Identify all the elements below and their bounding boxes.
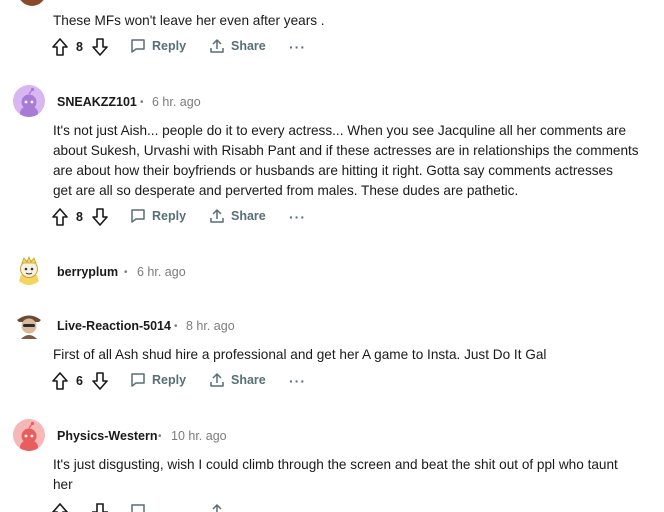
share-button[interactable]: Share: [209, 38, 266, 54]
downvote-arrow-icon: [92, 38, 108, 56]
snoo-avatar-icon: [17, 315, 41, 339]
share-button[interactable]: Share: [209, 372, 266, 388]
reply-button[interactable]: Reply: [130, 38, 186, 54]
reply-label: Reply: [152, 39, 187, 53]
upvote-button[interactable]: [52, 208, 68, 231]
comment-body: These MFs won't leave her even after yea…: [53, 13, 325, 28]
vote-count: 8: [76, 210, 83, 224]
avatar[interactable]: [13, 309, 45, 341]
downvote-button[interactable]: [92, 372, 108, 395]
reply-label: Reply: [152, 209, 187, 223]
avatar[interactable]: [13, 85, 45, 117]
avatar-top[interactable]: [18, 0, 46, 6]
upvote-button[interactable]: [52, 38, 68, 61]
upvote-arrow-icon: [52, 503, 68, 512]
share-button[interactable]: Share: [209, 208, 266, 224]
snoo-avatar-icon: [19, 255, 39, 285]
downvote-button[interactable]: [92, 208, 108, 231]
more-options-button[interactable]: ···: [289, 373, 306, 389]
downvote-arrow-icon: [92, 372, 108, 390]
more-options-button[interactable]: ···: [289, 39, 306, 55]
downvote-button[interactable]: [92, 38, 108, 61]
more-options-button[interactable]: ···: [289, 209, 306, 225]
reply-label: Reply: [152, 373, 187, 387]
separator-dot: •: [174, 321, 178, 332]
upvote-arrow-icon: [52, 372, 68, 390]
comment-bubble-icon: [131, 39, 145, 53]
separator-dot: •: [158, 431, 162, 442]
comment-bubble-icon: [131, 504, 145, 512]
reply-button[interactable]: Reply: [130, 208, 186, 224]
share-icon: [210, 39, 224, 53]
comment-line: It's not just Aish... people do it to ev…: [53, 123, 627, 138]
username[interactable]: SNEAKZZ101: [57, 95, 137, 109]
comment-line: about Sukesh, Urvashi with Risabh Pant a…: [53, 143, 639, 158]
downvote-arrow-icon: [92, 503, 108, 512]
share-icon: [210, 209, 224, 223]
username[interactable]: berryplum: [57, 265, 118, 279]
vote-count: 6: [76, 374, 83, 388]
reply-button[interactable]: Reply: [130, 372, 186, 388]
share-icon: [212, 503, 222, 512]
timestamp[interactable]: 6 hr. ago: [152, 95, 201, 109]
share-label: Share: [231, 209, 266, 223]
share-icon: [210, 373, 224, 387]
downvote-arrow-icon: [92, 208, 108, 226]
snoo-avatar-icon: [20, 87, 38, 117]
avatar[interactable]: [13, 419, 45, 451]
timestamp[interactable]: 10 hr. ago: [171, 429, 227, 443]
comment-line: are about how their boyfriends or husban…: [53, 163, 613, 178]
separator-dot: •: [140, 97, 144, 108]
partial-action-row: [52, 503, 312, 512]
username[interactable]: Live-Reaction-5014: [57, 319, 171, 333]
username[interactable]: Physics-Western: [57, 429, 158, 443]
timestamp[interactable]: 8 hr. ago: [186, 319, 235, 333]
share-label: Share: [231, 373, 266, 387]
comment-line: her: [53, 477, 73, 492]
comment-line: First of all Ash shud hire a professiona…: [53, 347, 547, 362]
comment-bubble-icon: [131, 373, 145, 387]
upvote-button[interactable]: [52, 372, 68, 395]
timestamp[interactable]: 6 hr. ago: [137, 265, 186, 279]
avatar[interactable]: [13, 255, 45, 287]
snoo-avatar-icon: [20, 421, 38, 451]
upvote-arrow-icon: [52, 38, 68, 56]
comment-line: It's just disgusting, wish I could climb…: [53, 457, 618, 472]
comment-bubble-icon: [131, 209, 145, 223]
separator-dot: •: [124, 267, 128, 278]
upvote-arrow-icon: [52, 208, 68, 226]
share-label: Share: [231, 39, 266, 53]
comment-line: get are all so desperate and perverted f…: [53, 183, 519, 198]
vote-count: 8: [76, 40, 83, 54]
